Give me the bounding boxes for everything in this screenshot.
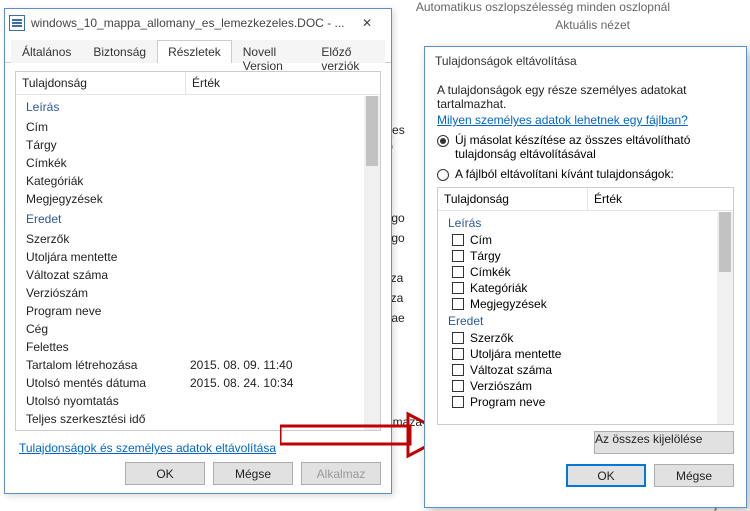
remove-listbody[interactable]: Leírás Cím Tárgy Címkék Kategóriák Megje… [438, 212, 717, 424]
details-panel: Tulajdonság Érték Leírás Cím Tárgy Címké… [15, 71, 381, 431]
scrollbar-thumb[interactable] [366, 96, 378, 166]
detail-row: Cég [16, 320, 364, 338]
detail-row: Címkék [16, 154, 364, 172]
remove-ok-button[interactable]: OK [566, 464, 646, 487]
remove-titlebar[interactable]: Tulajdonságok eltávolítása [425, 47, 746, 75]
select-all-button[interactable]: Az összes kijelölése [594, 431, 734, 454]
checkbox-icon[interactable] [452, 380, 464, 392]
tab-novell[interactable]: Novell Version [232, 40, 311, 63]
remove-cancel-button[interactable]: Mégse [654, 464, 734, 487]
checkbox-icon[interactable] [452, 298, 464, 310]
details-header-property[interactable]: Tulajdonság [16, 72, 186, 94]
detail-row: Utoljára mentette [16, 248, 364, 266]
bg-ribbon-group: Aktuális nézet [555, 18, 630, 32]
radio-icon [437, 135, 449, 147]
remove-info: A tulajdonságok egy része személyes adat… [437, 83, 734, 111]
checkbox-icon[interactable] [452, 396, 464, 408]
remove-item: Kategóriák [444, 280, 711, 296]
detail-row: Verziószám [16, 284, 364, 302]
detail-row: Felettes [16, 338, 364, 356]
remove-group-origin: Eredet [444, 312, 711, 330]
radio-icon [437, 169, 449, 181]
detail-row: Tárgy [16, 136, 364, 154]
checkbox-icon[interactable] [452, 266, 464, 278]
bg-ribbon-text: Automatikus oszlopszélesség minden oszlo… [416, 0, 670, 14]
detail-row: Tartalom létrehozása2015. 08. 09. 11:40 [16, 356, 364, 374]
detail-row: Teljes szerkesztési idő [16, 410, 364, 428]
tab-general[interactable]: Általános [11, 40, 82, 63]
properties-buttons: OK Mégse Alkalmaz [125, 462, 381, 485]
remove-header-value[interactable]: Érték [588, 188, 628, 210]
properties-titlebar[interactable]: windows_10_mappa_allomany_es_lemezkezele… [5, 9, 391, 37]
radio-create-copy[interactable]: Új másolat készítése az összes eltávolít… [437, 133, 734, 161]
properties-tabstrip: Általános Biztonság Részletek Novell Ver… [5, 39, 391, 63]
remove-item: Szerzők [444, 330, 711, 346]
group-origin: Eredet [16, 208, 364, 230]
radio-create-copy-label: Új másolat készítése az összes eltávolít… [455, 133, 734, 161]
group-description: Leírás [16, 96, 364, 118]
remove-item: Verziószám [444, 378, 711, 394]
detail-row: Cím [16, 118, 364, 136]
detail-row: Kategóriák [16, 172, 364, 190]
apply-button[interactable]: Alkalmaz [301, 462, 381, 485]
doc-icon [9, 15, 25, 31]
remove-item: Program neve [444, 394, 711, 410]
remove-item: Tárgy [444, 248, 711, 264]
remove-title: Tulajdonságok eltávolítása [435, 54, 577, 68]
checkbox-icon[interactable] [452, 250, 464, 262]
checkbox-icon[interactable] [452, 282, 464, 294]
details-list[interactable]: Leírás Cím Tárgy Címkék Kategóriák Megje… [16, 96, 364, 430]
detail-row: Változat száma [16, 266, 364, 284]
remove-item: Megjegyzések [444, 296, 711, 312]
tab-previous-versions[interactable]: Előző verziók [310, 40, 385, 63]
tab-security[interactable]: Biztonság [82, 40, 157, 63]
radio-select-props[interactable]: A fájlból eltávolítani kívánt tulajdonsá… [437, 167, 734, 181]
remove-item: Utoljára mentette [444, 346, 711, 362]
remove-group-description: Leírás [444, 214, 711, 232]
checkbox-icon[interactable] [452, 364, 464, 376]
remove-scrollbar[interactable] [717, 212, 733, 424]
properties-title: windows_10_mappa_allomany_es_lemezkezele… [31, 16, 347, 30]
remove-item: Változat száma [444, 362, 711, 378]
details-header: Tulajdonság Érték [16, 72, 380, 95]
detail-row: Utolsó mentés dátuma2015. 08. 24. 10:34 [16, 374, 364, 392]
detail-row: Megjegyzések [16, 190, 364, 208]
details-header-value[interactable]: Érték [186, 72, 226, 94]
scrollbar-thumb[interactable] [719, 212, 731, 272]
close-icon: ✕ [362, 16, 372, 30]
remove-properties-dialog: Tulajdonságok eltávolítása A tulajdonság… [424, 46, 747, 508]
remove-list: Tulajdonság Érték Leírás Cím Tárgy Címké… [437, 187, 734, 425]
detail-row: Program neve [16, 302, 364, 320]
detail-row: Szerzők [16, 230, 364, 248]
remove-header-property[interactable]: Tulajdonság [438, 188, 588, 210]
cancel-button[interactable]: Mégse [213, 462, 293, 485]
radio-select-props-label: A fájlból eltávolítani kívánt tulajdonsá… [455, 167, 734, 181]
properties-dialog: windows_10_mappa_allomany_es_lemezkezele… [4, 8, 392, 494]
close-button[interactable]: ✕ [347, 12, 387, 34]
remove-item: Címkék [444, 264, 711, 280]
checkbox-icon[interactable] [452, 234, 464, 246]
tab-details[interactable]: Részletek [157, 40, 232, 63]
details-scrollbar[interactable] [364, 96, 380, 430]
checkbox-icon[interactable] [452, 332, 464, 344]
ok-button[interactable]: OK [125, 462, 205, 485]
remove-info-link[interactable]: Milyen személyes adatok lehetnek egy fáj… [437, 113, 688, 127]
checkbox-icon[interactable] [452, 348, 464, 360]
remove-properties-link[interactable]: Tulajdonságok és személyes adatok eltávo… [19, 441, 276, 455]
remove-item: Cím [444, 232, 711, 248]
detail-row: Utolsó nyomtatás [16, 392, 364, 410]
